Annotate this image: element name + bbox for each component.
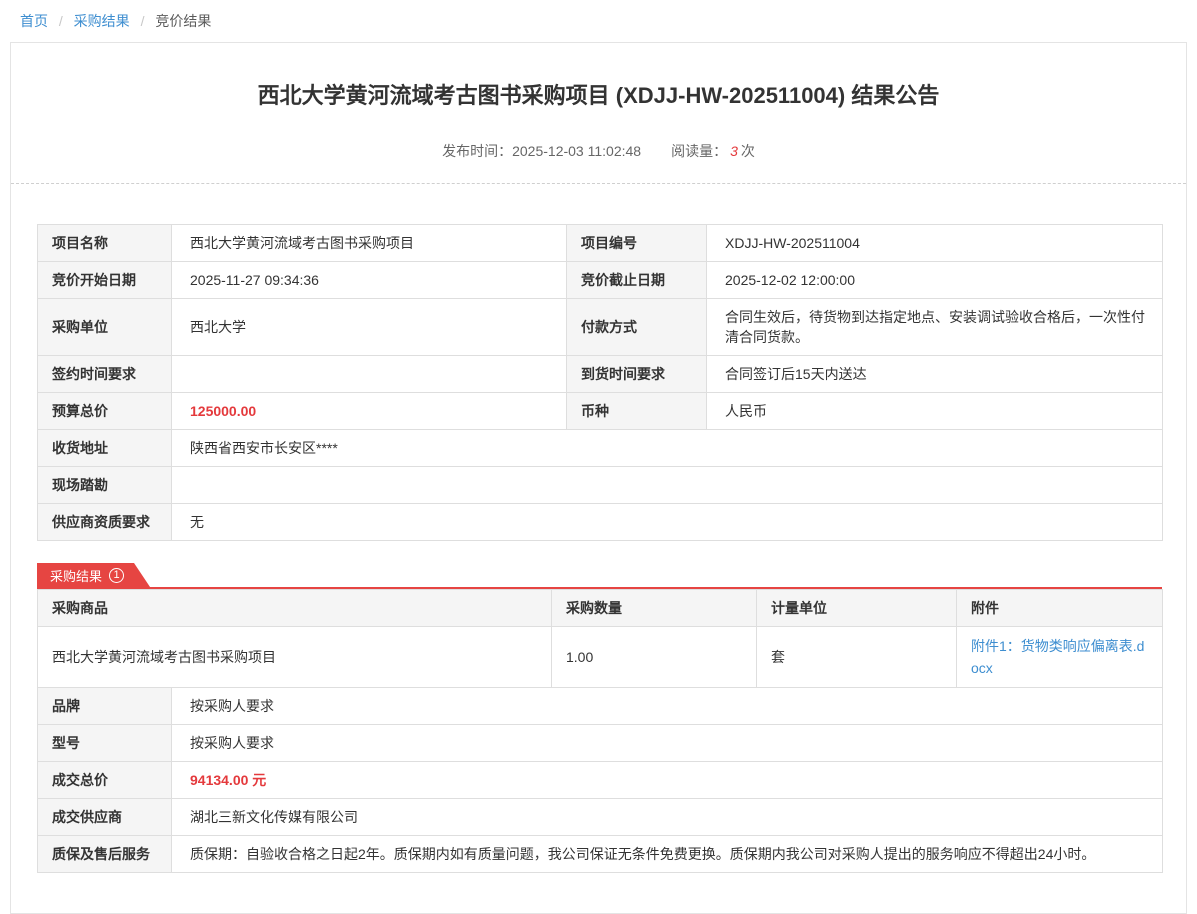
project-name-value: 西北大学黄河流域考古图书采购项目: [172, 225, 567, 262]
table-row: 项目名称 西北大学黄河流域考古图书采购项目 项目编号 XDJJ-HW-20251…: [38, 225, 1163, 262]
col-unit: 计量单位: [757, 590, 957, 627]
result-table-row: 西北大学黄河流域考古图书采购项目 1.00 套 附件1：货物类响应偏离表.doc…: [38, 627, 1163, 688]
announcement-body: 项目名称 西北大学黄河流域考古图书采购项目 项目编号 XDJJ-HW-20251…: [11, 184, 1186, 873]
table-row: 供应商资质要求 无: [38, 504, 1163, 541]
brand-value: 按采购人要求: [172, 688, 1163, 725]
table-row: 现场踏勘: [38, 467, 1163, 504]
purchaser-value: 西北大学: [172, 299, 567, 356]
result-ribbon-badge: 采购结果 1: [37, 563, 150, 587]
table-row: 品牌 按采购人要求: [38, 688, 1163, 725]
budget-label: 预算总价: [38, 393, 172, 430]
bid-start-value: 2025-11-27 09:34:36: [172, 262, 567, 299]
result-ribbon-label: 采购结果: [50, 566, 102, 585]
publish-time-value: 2025-12-03 11:02:48: [512, 143, 641, 159]
attachment-cell: 附件1：货物类响应偏离表.docx: [957, 627, 1163, 688]
result-details-table: 品牌 按采购人要求 型号 按采购人要求 成交总价 94134.00 元 成交供应…: [37, 687, 1163, 873]
announcement-card: 西北大学黄河流域考古图书采购项目 (XDJJ-HW-202511004) 结果公…: [10, 42, 1187, 914]
views-unit: 次: [741, 143, 755, 159]
attachment-link[interactable]: 附件1：货物类响应偏离表.docx: [971, 635, 1148, 679]
result-section-bar: 采购结果 1: [37, 563, 1162, 589]
site-visit-label: 现场踏勘: [38, 467, 172, 504]
sign-time-label: 签约时间要求: [38, 356, 172, 393]
table-row: 采购单位 西北大学 付款方式 合同生效后，待货物到达指定地点、安装调试验收合格后…: [38, 299, 1163, 356]
breadcrumb-current: 竞价结果: [155, 13, 211, 29]
project-name-label: 项目名称: [38, 225, 172, 262]
delivery-time-value: 合同签订后15天内送达: [707, 356, 1163, 393]
sign-time-value: [172, 356, 567, 393]
project-no-value: XDJJ-HW-202511004: [707, 225, 1163, 262]
page-title: 西北大学黄河流域考古图书采购项目 (XDJJ-HW-202511004) 结果公…: [37, 81, 1160, 111]
views-count: 3: [730, 143, 738, 159]
breadcrumb-separator: /: [59, 13, 63, 29]
deal-price-amount: 94134.00 元: [190, 772, 266, 788]
col-quantity: 采购数量: [552, 590, 757, 627]
publish-time-label: 发布时间：: [442, 143, 512, 159]
col-attachment: 附件: [957, 590, 1163, 627]
qualification-value: 无: [172, 504, 1163, 541]
views-label: 阅读量：: [671, 143, 727, 159]
bid-end-value: 2025-12-02 12:00:00: [707, 262, 1163, 299]
breadcrumb-home-link[interactable]: 首页: [20, 13, 48, 29]
article-meta: 发布时间：2025-12-03 11:02:48 阅读量：3次: [37, 141, 1160, 161]
supplier-value: 湖北三新文化传媒有限公司: [172, 799, 1163, 836]
model-label: 型号: [38, 725, 172, 762]
table-row: 签约时间要求 到货时间要求 合同签订后15天内送达: [38, 356, 1163, 393]
address-value: 陕西省西安市长安区****: [172, 430, 1163, 467]
publish-time-group: 发布时间：2025-12-03 11:02:48: [442, 141, 641, 161]
table-row: 型号 按采购人要求: [38, 725, 1163, 762]
table-row: 竞价开始日期 2025-11-27 09:34:36 竞价截止日期 2025-1…: [38, 262, 1163, 299]
breadcrumb-results-link[interactable]: 采购结果: [74, 13, 130, 29]
product-value: 西北大学黄河流域考古图书采购项目: [38, 627, 552, 688]
result-count-badge: 1: [109, 568, 124, 583]
model-value: 按采购人要求: [172, 725, 1163, 762]
budget-value: 125000.00: [172, 393, 567, 430]
breadcrumb: 首页 / 采购结果 / 竞价结果: [0, 0, 1197, 40]
table-row: 预算总价 125000.00 币种 人民币: [38, 393, 1163, 430]
quantity-value: 1.00: [552, 627, 757, 688]
currency-label: 币种: [567, 393, 707, 430]
purchaser-label: 采购单位: [38, 299, 172, 356]
brand-label: 品牌: [38, 688, 172, 725]
deal-price-label: 成交总价: [38, 762, 172, 799]
table-row: 成交总价 94134.00 元: [38, 762, 1163, 799]
address-label: 收货地址: [38, 430, 172, 467]
col-product: 采购商品: [38, 590, 552, 627]
project-no-label: 项目编号: [567, 225, 707, 262]
table-row: 收货地址 陕西省西安市长安区****: [38, 430, 1163, 467]
payment-label: 付款方式: [567, 299, 707, 356]
deal-price-value: 94134.00 元: [172, 762, 1163, 799]
result-table-header-row: 采购商品 采购数量 计量单位 附件: [38, 590, 1163, 627]
bid-start-label: 竞价开始日期: [38, 262, 172, 299]
supplier-label: 成交供应商: [38, 799, 172, 836]
bid-end-label: 竞价截止日期: [567, 262, 707, 299]
table-row: 成交供应商 湖北三新文化传媒有限公司: [38, 799, 1163, 836]
unit-value: 套: [757, 627, 957, 688]
delivery-time-label: 到货时间要求: [567, 356, 707, 393]
payment-value: 合同生效后，待货物到达指定地点、安装调试验收合格后，一次性付清合同货款。: [707, 299, 1163, 356]
result-table: 采购商品 采购数量 计量单位 附件 西北大学黄河流域考古图书采购项目 1.00 …: [37, 589, 1163, 688]
budget-amount: 125000.00: [190, 403, 256, 419]
qualification-label: 供应商资质要求: [38, 504, 172, 541]
announcement-header: 西北大学黄河流域考古图书采购项目 (XDJJ-HW-202511004) 结果公…: [11, 43, 1186, 161]
currency-value: 人民币: [707, 393, 1163, 430]
site-visit-value: [172, 467, 1163, 504]
project-info-table: 项目名称 西北大学黄河流域考古图书采购项目 项目编号 XDJJ-HW-20251…: [37, 224, 1163, 541]
breadcrumb-separator: /: [141, 13, 145, 29]
views-group: 阅读量：3次: [671, 141, 755, 161]
